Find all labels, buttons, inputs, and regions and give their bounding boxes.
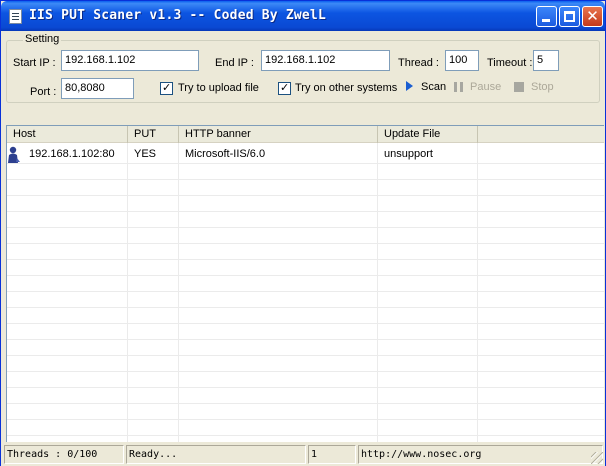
end-ip-input[interactable]: 192.168.1.102 [261,50,390,71]
port-input[interactable]: 80,8080 [61,78,134,99]
results-list-header: Host PUT HTTP banner Update File [7,126,604,143]
row-divider [7,339,604,340]
row-divider [7,355,604,356]
row-divider [7,211,604,212]
other-systems-checkbox[interactable] [278,81,291,95]
port-label: Port : [30,86,57,98]
row-divider [7,419,604,420]
row-divider [7,291,604,292]
row-divider [7,435,604,436]
stop-icon[interactable] [514,82,524,92]
column-divider [127,143,128,442]
column-header-host[interactable]: Host [7,126,128,143]
row-divider [7,371,604,372]
cell-host: 192.168.1.102:80 [29,148,115,160]
stop-button[interactable]: Stop [531,81,554,93]
close-icon: ✕ [586,7,599,25]
column-header-update-file[interactable]: Update File [378,126,478,143]
main-window: IIS PUT Scaner v1.3 -- Coded By ZwelL ✕ … [0,0,606,466]
results-list[interactable]: Host PUT HTTP banner Update File 192.168… [6,125,604,442]
start-ip-label: Start IP : [13,57,56,69]
status-count: 1 [308,445,356,464]
row-divider [7,259,604,260]
column-divider [377,143,378,442]
status-url: http://www.nosec.org [358,445,603,464]
status-threads: Threads : 0/100 [4,445,124,464]
row-divider [7,387,604,388]
play-icon[interactable] [406,81,413,91]
column-header-put[interactable]: PUT [128,126,179,143]
pause-button[interactable]: Pause [470,81,501,93]
title-bar[interactable]: IIS PUT Scaner v1.3 -- Coded By ZwelL ✕ [1,1,605,31]
user-icon [8,146,20,163]
start-ip-input[interactable]: 192.168.1.102 [61,50,199,71]
row-divider [7,179,604,180]
end-ip-label: End IP : [215,57,254,69]
thread-label: Thread : [398,57,439,69]
app-icon[interactable] [9,9,22,24]
setting-group-label: Setting [23,33,62,45]
timeout-input[interactable]: 5 [533,50,559,71]
other-systems-checkbox-label[interactable]: Try on other systems [295,82,397,94]
row-divider [7,227,604,228]
row-divider [7,323,604,324]
close-button[interactable]: ✕ [582,6,603,27]
upload-checkbox[interactable] [160,81,173,95]
row-divider [7,275,604,276]
status-state: Ready... [126,445,306,464]
status-bar: Threads : 0/100 Ready... 1 http://www.no… [1,444,605,466]
row-divider [7,163,604,164]
column-divider [477,143,478,442]
resize-grip[interactable] [591,452,603,464]
column-header-http-banner[interactable]: HTTP banner [179,126,378,143]
row-divider [7,403,604,404]
column-divider [178,143,179,442]
cell-http-banner: Microsoft-IIS/6.0 [185,148,266,160]
pause-icon[interactable] [454,82,463,92]
maximize-button[interactable] [559,6,580,27]
thread-input[interactable]: 100 [445,50,479,71]
window-title: IIS PUT Scaner v1.3 -- Coded By ZwelL [29,8,326,23]
scan-button[interactable]: Scan [421,81,446,93]
maximize-icon [564,11,575,22]
timeout-label: Timeout : [487,57,533,69]
row-divider [7,195,604,196]
upload-checkbox-label[interactable]: Try to upload file [178,82,259,94]
row-divider [7,307,604,308]
minimize-button[interactable] [536,6,557,27]
minimize-icon [542,19,550,22]
cell-update-file: unsupport [384,148,433,160]
row-divider [7,243,604,244]
cell-put: YES [134,148,157,160]
